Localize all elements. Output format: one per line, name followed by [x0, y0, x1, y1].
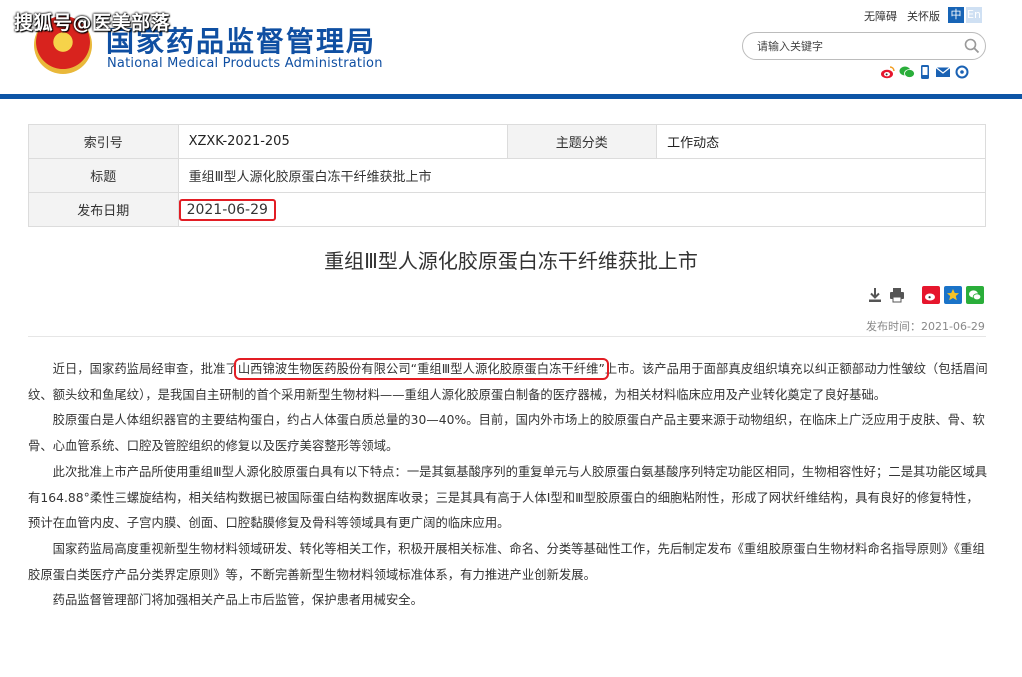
- category-value: 工作动态: [656, 124, 986, 159]
- accessible-link[interactable]: 无障碍: [864, 10, 897, 23]
- title-label: 标题: [28, 158, 179, 193]
- date-cell: 2021-06-29: [177, 192, 987, 227]
- article-title: 重组Ⅲ型人源化胶原蛋白冻干纤维获批上市: [324, 249, 698, 273]
- title-value: 重组Ⅲ型人源化胶原蛋白冻干纤维获批上市: [177, 158, 987, 193]
- mobile-icon[interactable]: [918, 64, 932, 80]
- highlighted-product-name: 山西锦波生物医药股份有限公司“重组Ⅲ型人源化胶原蛋白冻干纤维”: [233, 358, 609, 380]
- paragraph: 胶原蛋白是人体组织器官的主要结构蛋白，约占人体蛋白质总量的30—40%。目前，国…: [28, 413, 985, 454]
- lang-zh-button[interactable]: 中: [948, 7, 964, 23]
- article-body: 近日，国家药监局经审查，批准了山西锦波生物医药股份有限公司“重组Ⅲ型人源化胶原蛋…: [28, 357, 988, 614]
- date-label: 发布日期: [28, 192, 179, 227]
- paragraph: 国家药监局高度重视新型生物材料领域研发、转化等相关工作，积极开展相关标准、命名、…: [28, 541, 985, 582]
- favorite-star-icon[interactable]: [944, 286, 962, 304]
- search-input[interactable]: [757, 38, 957, 55]
- share-weibo-icon[interactable]: [922, 286, 940, 304]
- rss-icon[interactable]: [954, 64, 970, 80]
- header-divider: [0, 94, 1022, 99]
- tool-spacer: [910, 286, 918, 304]
- top-links: 无障碍 关怀版: [864, 8, 950, 24]
- category-label: 主题分类: [506, 124, 658, 159]
- print-icon[interactable]: [888, 286, 906, 304]
- paragraph-text: 近日，国家药监局经审查，批准了: [52, 362, 238, 376]
- paragraph: 此次批准上市产品所使用重组Ⅲ型人源化胶原蛋白具有以下特点：一是其氨基酸序列的重复…: [28, 464, 988, 531]
- search-icon[interactable]: [963, 37, 981, 55]
- weibo-icon[interactable]: [880, 64, 896, 80]
- site-title-en: National Medical Products Administration: [107, 56, 383, 71]
- search-box: [742, 32, 986, 60]
- publish-time: 发布时间：2021-06-29: [866, 320, 985, 333]
- mail-icon[interactable]: [935, 64, 951, 80]
- article-divider: [28, 336, 986, 337]
- table-row: 发布日期 2021-06-29: [28, 192, 987, 227]
- lang-en-button[interactable]: En: [966, 7, 982, 23]
- watermark: 搜狐号@医美部落: [14, 12, 171, 34]
- paragraph: 药品监督管理部门将加强相关产品上市后监管，保护患者用械安全。: [52, 593, 424, 608]
- info-table: 索引号 XZXK-2021-205 主题分类 工作动态 标题 重组Ⅲ型人源化胶原…: [28, 124, 987, 227]
- table-row: 索引号 XZXK-2021-205 主题分类 工作动态: [28, 124, 986, 159]
- date-value: 2021-06-29: [178, 198, 276, 221]
- index-label: 索引号: [28, 124, 179, 159]
- tool-icons: [866, 286, 984, 304]
- index-value: XZXK-2021-205: [177, 124, 508, 159]
- wechat-icon[interactable]: [899, 64, 915, 80]
- share-icons: [880, 64, 970, 82]
- table-row: 标题 重组Ⅲ型人源化胶原蛋白冻干纤维获批上市: [28, 158, 987, 193]
- site-header: 搜狐号@医美部落 ★ 国家药品监督管理局 National Medical Pr…: [0, 0, 1022, 96]
- share-wechat-icon[interactable]: [966, 286, 984, 304]
- download-icon[interactable]: [866, 286, 884, 304]
- care-mode-link[interactable]: 关怀版: [907, 10, 940, 23]
- paragraph: 近日，国家药监局经审查，批准了山西锦波生物医药股份有限公司“重组Ⅲ型人源化胶原蛋…: [28, 357, 988, 408]
